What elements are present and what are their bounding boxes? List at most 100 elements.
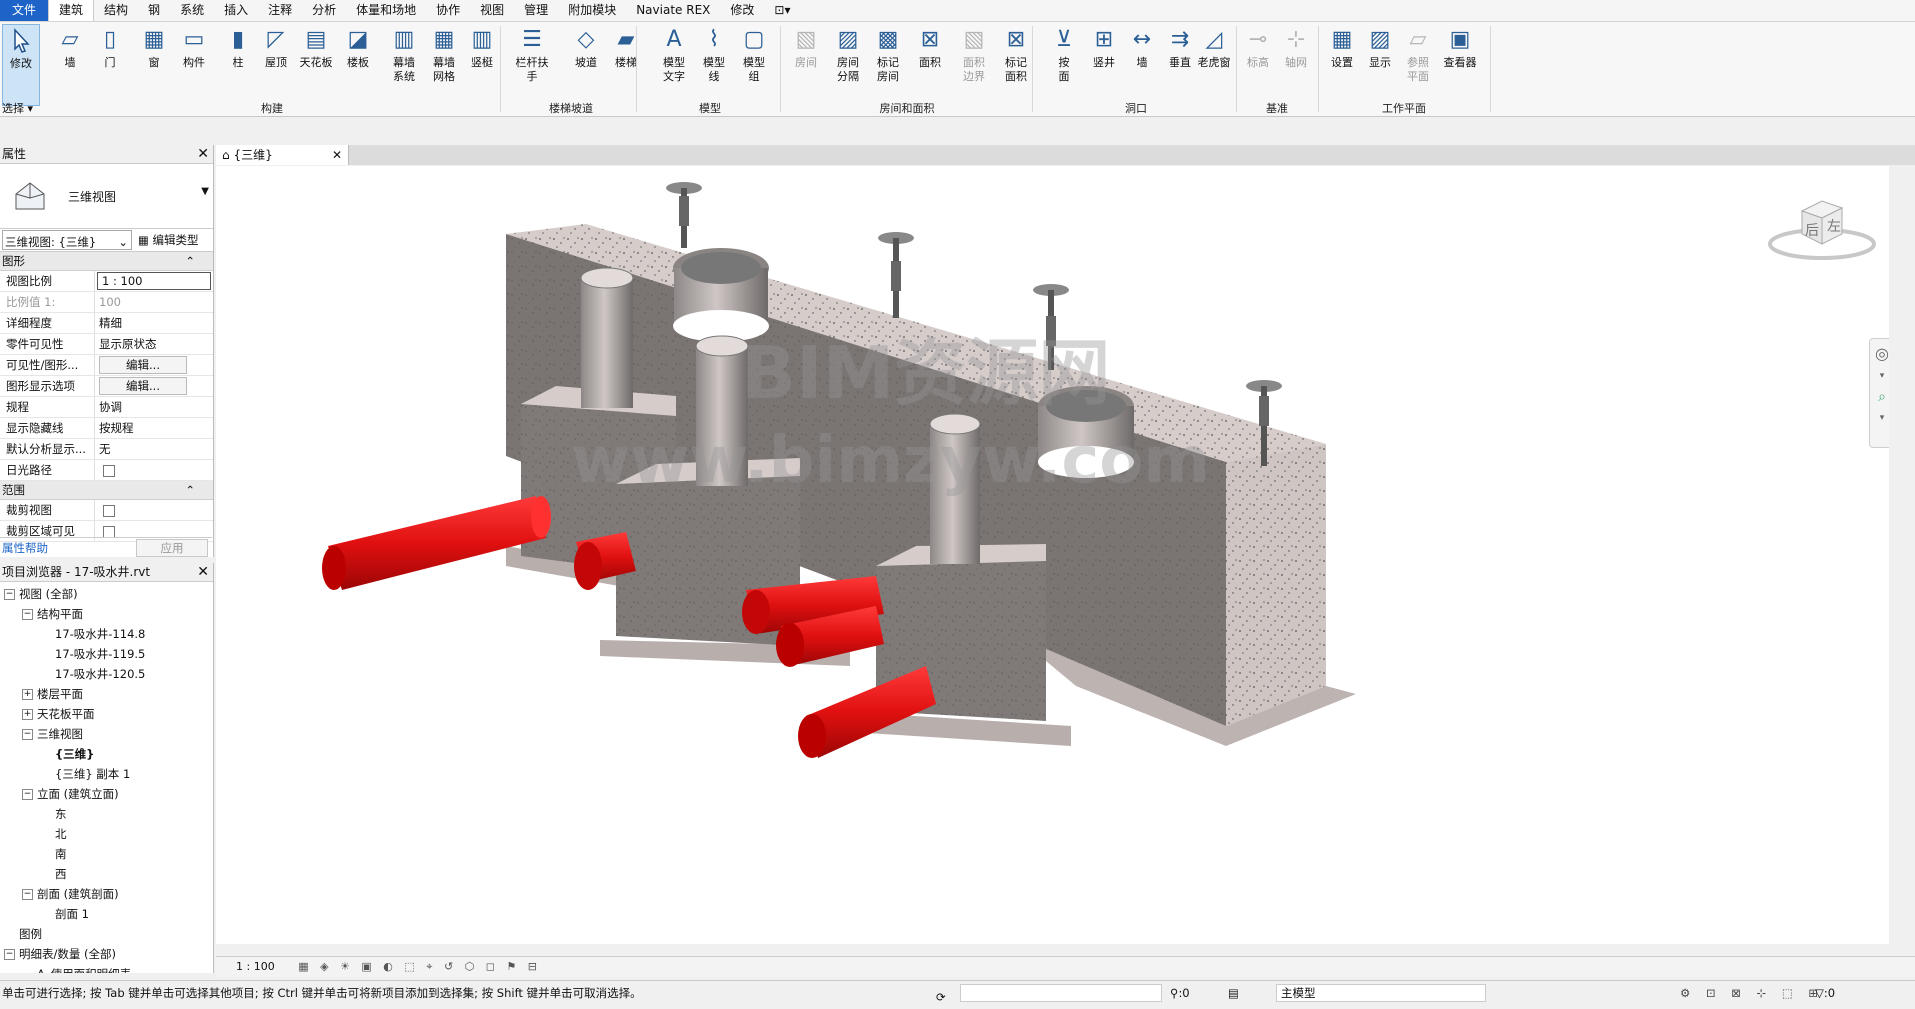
ribbon-button-31[interactable]: ▨ 显示 — [1360, 24, 1400, 104]
property-row[interactable]: 默认分析显示... 无 — [0, 439, 213, 460]
menu-item-0[interactable]: 文件 — [0, 0, 49, 21]
browser-node[interactable]: 北 — [0, 824, 213, 844]
ribbon-button-23[interactable]: ⊻ 按 面 — [1044, 24, 1084, 104]
menu-item-7[interactable]: 分析 — [302, 0, 346, 21]
ribbon-button-10[interactable]: ▥ 竖梃 — [462, 24, 502, 104]
worksharing-icon[interactable]: ⟳ — [936, 985, 946, 1009]
property-value[interactable]: 1 : 100 — [97, 272, 211, 290]
ribbon-button-1[interactable]: ▯ 门 — [90, 24, 130, 104]
menu-item-6[interactable]: 注释 — [258, 0, 302, 21]
red-pipe-1[interactable] — [322, 496, 551, 590]
ribbon-button-15[interactable]: ⌇ 模型 线 — [694, 24, 734, 104]
menu-item-11[interactable]: 管理 — [514, 0, 558, 21]
property-row[interactable]: 零件可见性 显示原状态 — [0, 334, 213, 355]
modify-button[interactable]: 修改 — [2, 24, 40, 106]
ribbon-button-19[interactable]: ▩ 标记 房间 — [868, 24, 908, 104]
browser-node[interactable]: 剖面 1 — [0, 904, 213, 924]
browser-node[interactable]: − 剖面 (建筑剖面) — [0, 884, 213, 904]
property-row[interactable]: 显示隐藏线 按规程 — [0, 418, 213, 439]
collapse-icon[interactable]: − — [4, 589, 15, 600]
vent-pipe-1[interactable] — [666, 182, 702, 248]
workset-selector[interactable] — [960, 984, 1162, 1002]
browser-node[interactable]: − 三维视图 — [0, 724, 213, 744]
browser-node[interactable]: A_使用面积明细表 — [0, 964, 213, 973]
ribbon-button-25[interactable]: ↔ 墙 — [1122, 24, 1162, 104]
ribbon-button-30[interactable]: ▦ 设置 — [1322, 24, 1362, 104]
property-value[interactable]: 协调 — [95, 397, 213, 417]
ribbon-button-9[interactable]: ▦ 幕墙 网格 — [424, 24, 464, 104]
property-row[interactable]: 日光路径 — [0, 460, 213, 481]
browser-node[interactable]: + 天花板平面 — [0, 704, 213, 724]
ribbon-button-5[interactable]: ◸ 屋顶 — [256, 24, 296, 104]
ribbon-button-29[interactable]: ⊹ 轴网 — [1276, 24, 1316, 104]
collapse-icon[interactable]: − — [22, 609, 33, 620]
ribbon-button-32[interactable]: ▱ 参照 平面 — [1398, 24, 1438, 104]
close-icon[interactable]: ✕ — [197, 145, 209, 163]
property-value[interactable]: 显示原状态 — [95, 334, 213, 354]
property-row[interactable]: 视图比例 1 : 100 — [0, 271, 213, 292]
vent-pipe-2[interactable] — [878, 232, 914, 318]
checkbox[interactable] — [103, 464, 115, 477]
property-value[interactable]: 精细 — [95, 313, 213, 333]
filter-count-a[interactable]: ⚲:0 — [1170, 981, 1190, 1005]
property-row[interactable]: 可见性/图形... 编辑... — [0, 355, 213, 376]
selection-filter-icons[interactable]: ⚙ ⊡ ⊠ ⊹ ⬚ ⊞ — [1680, 981, 1824, 1005]
menu-item-13[interactable]: Naviate REX — [626, 0, 720, 21]
ribbon-button-28[interactable]: ⊸ 标高 — [1238, 24, 1278, 104]
collapse-icon[interactable]: − — [4, 949, 15, 960]
ribbon-button-6[interactable]: ▤ 天花板 — [296, 24, 336, 104]
ribbon-button-11[interactable]: ☰ 栏杆扶手 — [512, 24, 552, 104]
ribbon-button-20[interactable]: ⊠ 面积 — [910, 24, 950, 104]
3d-viewport[interactable]: BIM资源网 www.bimzyw.com 后 左 ◎ ▾ ⌕ ▾ — [216, 166, 1901, 944]
checkbox[interactable] — [103, 504, 115, 517]
edit-type-button[interactable]: ▦ 编辑类型 — [134, 229, 199, 251]
ribbon-button-13[interactable]: ▰ 楼梯 — [606, 24, 646, 104]
property-row[interactable]: 详细程度 精细 — [0, 313, 213, 334]
ribbon-button-4[interactable]: ▮ 柱 — [218, 24, 258, 104]
property-value-checkbox[interactable] — [95, 460, 213, 480]
property-value-checkbox[interactable] — [95, 500, 213, 520]
ribbon-button-16[interactable]: ▢ 模型 组 — [734, 24, 774, 104]
model-selector[interactable]: 主模型 — [1276, 984, 1486, 1002]
apply-button[interactable]: 应用 — [136, 539, 208, 557]
edit-button[interactable]: 编辑... — [99, 377, 187, 395]
menu-item-9[interactable]: 协作 — [426, 0, 470, 21]
viewcube[interactable]: 后 左 — [1767, 186, 1877, 266]
menu-item-8[interactable]: 体量和场地 — [346, 0, 426, 21]
design-options-icon[interactable]: ▤ — [1228, 981, 1239, 1005]
browser-node[interactable]: − 明细表/数量 (全部) — [0, 944, 213, 964]
ribbon-button-8[interactable]: ▥ 幕墙 系统 — [384, 24, 424, 104]
browser-node[interactable]: − 结构平面 — [0, 604, 213, 624]
view-instance-selector[interactable]: 三维视图: {三维} ⌄ — [2, 230, 132, 250]
manhole-opening-1[interactable] — [673, 248, 769, 342]
edit-button[interactable]: 编辑... — [99, 356, 187, 374]
filter-count-b[interactable]: ▽:0 — [1815, 981, 1835, 1005]
browser-node[interactable]: 图例 — [0, 924, 213, 944]
ribbon-button-33[interactable]: ▣ 查看器 — [1440, 24, 1480, 104]
menu-item-12[interactable]: 附加模块 — [558, 0, 626, 21]
select-dropdown[interactable]: 选择 ▾ — [2, 100, 33, 116]
ribbon-button-22[interactable]: ⊠ 标记 面积 — [996, 24, 1036, 104]
ribbon-minimize-icon[interactable]: ⊡▾ — [764, 0, 800, 21]
property-row[interactable]: 裁剪视图 — [0, 500, 213, 521]
property-row[interactable]: 图形显示选项 编辑... — [0, 376, 213, 397]
browser-node[interactable]: {三维} 副本 1 — [0, 764, 213, 784]
property-value[interactable]: 无 — [95, 439, 213, 459]
view-scale[interactable]: 1 : 100 — [216, 960, 275, 973]
vertical-scrollbar[interactable] — [1889, 166, 1901, 944]
collapse-icon[interactable]: − — [22, 889, 33, 900]
browser-node[interactable]: 西 — [0, 864, 213, 884]
collapse-icon[interactable]: − — [22, 789, 33, 800]
expand-icon[interactable]: + — [22, 689, 33, 700]
ribbon-button-18[interactable]: ▨ 房间 分隔 — [828, 24, 868, 104]
menu-item-5[interactable]: 插入 — [214, 0, 258, 21]
browser-node[interactable]: − 视图 (全部) — [0, 584, 213, 604]
browser-node[interactable]: {三维} — [0, 744, 213, 764]
group-graphics[interactable]: 图形 ⌃ — [0, 252, 213, 271]
ribbon-button-24[interactable]: ⊞ 竖井 — [1084, 24, 1124, 104]
menu-item-4[interactable]: 系统 — [170, 0, 214, 21]
browser-node[interactable]: 17-吸水井-119.5 — [0, 644, 213, 664]
close-icon[interactable]: ✕ — [197, 563, 209, 581]
browser-node[interactable]: − 立面 (建筑立面) — [0, 784, 213, 804]
property-value-button[interactable]: 编辑... — [95, 376, 213, 396]
